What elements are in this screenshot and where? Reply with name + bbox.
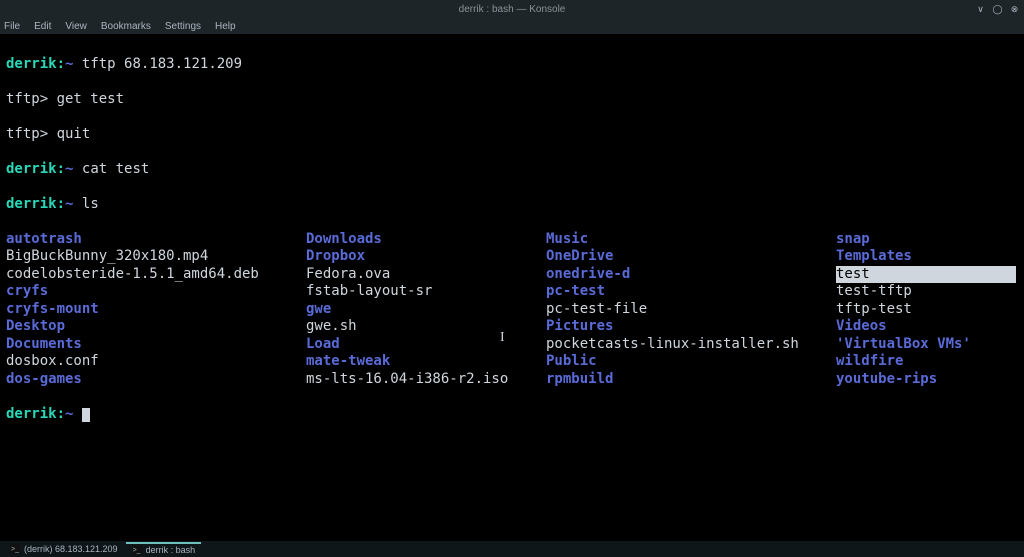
prompt-user: derrik xyxy=(6,161,57,177)
terminal-line: tftp> quit xyxy=(6,126,1018,144)
ls-output: autotrashBigBuckBunny_320x180.mp4codelob… xyxy=(6,231,1018,389)
ls-item: autotrash xyxy=(6,231,306,249)
prompt-arrow xyxy=(73,56,81,72)
ls-item: pocketcasts-linux-installer.sh xyxy=(546,336,836,354)
menu-help[interactable]: Help xyxy=(215,21,236,32)
text-cursor-icon: I xyxy=(500,330,505,346)
ls-item: gwe.sh xyxy=(306,318,546,336)
terminal-line: derrik:~ xyxy=(6,406,1018,424)
ls-item: Videos xyxy=(836,318,1016,336)
taskbar-item-ssh[interactable]: >_ (derrik) 68.183.121.209 xyxy=(4,542,124,556)
menu-bookmarks[interactable]: Bookmarks xyxy=(101,21,151,32)
titlebar: derrik : bash — Konsole ∨ ◯ ⊗ xyxy=(0,0,1024,18)
ls-col-3: MusicOneDriveonedrive-dpc-testpc-test-fi… xyxy=(546,231,836,389)
ls-item: youtube-rips xyxy=(836,371,1016,389)
prompt-user: derrik xyxy=(6,56,57,72)
ls-item: gwe xyxy=(306,301,546,319)
terminal-icon: >_ xyxy=(132,545,142,555)
terminal-line: derrik:~ tftp 68.183.121.209 xyxy=(6,56,1018,74)
prompt-sep: : xyxy=(57,196,65,212)
ls-item: Music xyxy=(546,231,836,249)
ls-item: mate-tweak xyxy=(306,353,546,371)
taskbar: >_ (derrik) 68.183.121.209 >_ derrik : b… xyxy=(0,541,1024,557)
ls-item: OneDrive xyxy=(546,248,836,266)
ls-item: cryfs-mount xyxy=(6,301,306,319)
ls-item: Public xyxy=(546,353,836,371)
terminal-line: derrik:~ cat test xyxy=(6,161,1018,179)
ls-item: pc-test-file xyxy=(546,301,836,319)
ls-item: onedrive-d xyxy=(546,266,836,284)
ls-item: Downloads xyxy=(306,231,546,249)
terminal-area[interactable]: derrik:~ tftp 68.183.121.209 tftp> get t… xyxy=(0,34,1024,541)
prompt-arrow xyxy=(73,161,81,177)
prompt-arrow xyxy=(73,196,81,212)
ls-item: Dropbox xyxy=(306,248,546,266)
window-title: derrik : bash — Konsole xyxy=(459,4,566,15)
ls-col-2: DownloadsDropboxFedora.ovafstab-layout-s… xyxy=(306,231,546,389)
cmd-ls: ls xyxy=(82,196,99,212)
close-icon[interactable]: ⊗ xyxy=(1009,4,1020,15)
terminal-line: derrik:~ ls xyxy=(6,196,1018,214)
menu-file[interactable]: File xyxy=(4,21,20,32)
ls-item: tftp-test xyxy=(836,301,1016,319)
cmd-cat: cat test xyxy=(82,161,149,177)
ls-item: fstab-layout-sr xyxy=(306,283,546,301)
ls-item: dosbox.conf xyxy=(6,353,306,371)
ls-item: snap xyxy=(836,231,1016,249)
menu-settings[interactable]: Settings xyxy=(165,21,201,32)
ls-item: ms-lts-16.04-i386-r2.iso xyxy=(306,371,546,389)
terminal-line: tftp> get test xyxy=(6,91,1018,109)
prompt-user: derrik xyxy=(6,406,57,422)
cmd-tftp: tftp 68.183.121.209 xyxy=(82,56,242,72)
taskbar-label: (derrik) 68.183.121.209 xyxy=(24,544,118,554)
ls-item: Desktop xyxy=(6,318,306,336)
prompt-sep: : xyxy=(57,56,65,72)
ls-col-4: snapTemplatestesttest-tftptftp-testVideo… xyxy=(836,231,1016,389)
prompt-user: derrik xyxy=(6,196,57,212)
ls-item: wildfire xyxy=(836,353,1016,371)
ls-item: test-tftp xyxy=(836,283,1016,301)
terminal-icon: >_ xyxy=(10,544,20,554)
ls-item: codelobsteride-1.5.1_amd64.deb xyxy=(6,266,306,284)
ls-item: Load xyxy=(306,336,546,354)
taskbar-item-bash[interactable]: >_ derrik : bash xyxy=(126,542,202,556)
taskbar-label: derrik : bash xyxy=(146,545,196,555)
ls-item: 'VirtualBox VMs' xyxy=(836,336,1016,354)
prompt-sep: : xyxy=(57,406,65,422)
maximize-icon[interactable]: ◯ xyxy=(992,4,1003,15)
ls-item: test xyxy=(836,266,1016,284)
menu-edit[interactable]: Edit xyxy=(34,21,51,32)
ls-item: Pictures xyxy=(546,318,836,336)
ls-col-1: autotrashBigBuckBunny_320x180.mp4codelob… xyxy=(6,231,306,389)
ls-item: Templates xyxy=(836,248,1016,266)
ls-item: pc-test xyxy=(546,283,836,301)
menu-view[interactable]: View xyxy=(65,21,87,32)
ls-item: cryfs xyxy=(6,283,306,301)
menubar: File Edit View Bookmarks Settings Help xyxy=(0,18,1024,34)
window-controls: ∨ ◯ ⊗ xyxy=(975,4,1020,15)
ls-item: Fedora.ova xyxy=(306,266,546,284)
ls-item: BigBuckBunny_320x180.mp4 xyxy=(6,248,306,266)
minimize-icon[interactable]: ∨ xyxy=(975,4,986,15)
ls-item: rpmbuild xyxy=(546,371,836,389)
ls-item: dos-games xyxy=(6,371,306,389)
prompt-arrow xyxy=(73,406,81,422)
ls-item: Documents xyxy=(6,336,306,354)
prompt-sep: : xyxy=(57,161,65,177)
cursor-block xyxy=(82,408,90,422)
